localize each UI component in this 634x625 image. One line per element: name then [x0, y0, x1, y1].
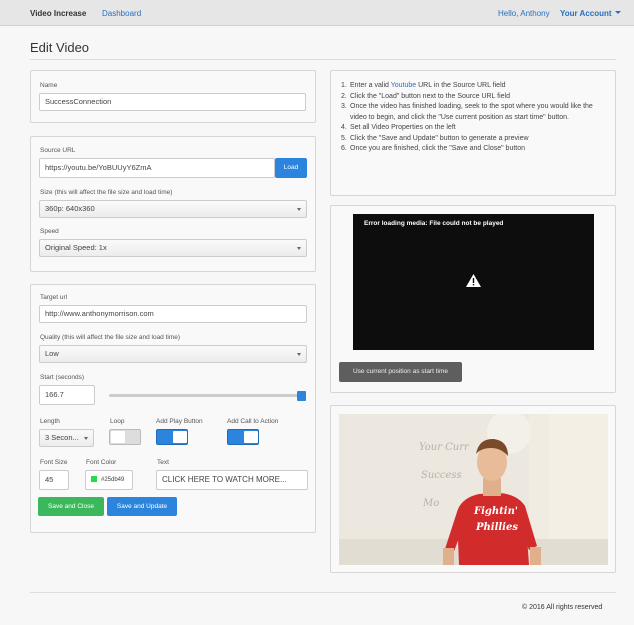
quality-label: Quality (this will affect the file size … [40, 334, 181, 341]
instruction-number: 4. [341, 124, 347, 131]
size-label: Size (this will affect the file size and… [40, 189, 173, 196]
user-greeting[interactable]: Hello, Anthony [498, 9, 550, 18]
length-value: 3 Secon... [45, 433, 79, 442]
size-value: 360p: 640x360 [45, 204, 95, 213]
target-url-input[interactable]: http://www.anthonymorrison.com [39, 305, 307, 323]
chevron-down-icon [297, 208, 301, 211]
length-label: Length [40, 418, 60, 425]
length-select[interactable]: 3 Secon... [39, 429, 94, 447]
copyright-text: © 2016 All rights reserved [522, 604, 603, 611]
top-navbar: Video Increase Dashboard Hello, Anthony … [0, 0, 634, 26]
name-label: Name [40, 82, 58, 89]
instruction-item: 6. Once you are finished, click the "Save… [341, 144, 611, 155]
instruction-number: 6. [341, 145, 347, 152]
cta-label: Add Call to Action [227, 418, 279, 425]
presenter-image [339, 414, 608, 565]
account-menu[interactable]: Your Account [560, 9, 612, 18]
size-select[interactable]: 360p: 640x360 [39, 200, 307, 218]
quality-value: Low [45, 349, 59, 358]
video-thumbnail: Your Curr Success Mo Fightin' Phillies [339, 414, 608, 565]
footer-divider [30, 592, 616, 593]
loop-toggle[interactable] [109, 429, 141, 445]
text-label: Text [157, 459, 169, 466]
play-button-toggle[interactable] [156, 429, 188, 445]
brand-logo[interactable]: Video Increase [30, 9, 86, 18]
board-text-line1: Your Curr [419, 442, 469, 453]
source-url-label: Source URL [40, 147, 76, 154]
video-player[interactable]: Error loading media: File could not be p… [353, 214, 594, 350]
divider [30, 59, 616, 60]
nav-dashboard-link[interactable]: Dashboard [102, 9, 141, 18]
instruction-item: 2. Click the "Load" button next to the So… [341, 92, 611, 103]
shirt-text-line2: Phillies [476, 522, 518, 533]
instruction-number: 5. [341, 134, 347, 142]
loop-label: Loop [110, 418, 125, 425]
board-text-line3: Mo [423, 498, 440, 509]
target-url-label: Target url [40, 294, 68, 301]
quality-select[interactable]: Low [39, 345, 307, 363]
save-and-close-button[interactable]: Save and Close [38, 497, 104, 516]
instruction-text: Click the "Load" button next to the Sour… [350, 92, 510, 100]
instruction-text: Click the "Save and Update" button to ge… [350, 134, 529, 142]
chevron-down-icon [84, 437, 88, 440]
thumbnail-panel: Your Curr Success Mo Fightin' Phillies [330, 405, 616, 573]
youtube-link[interactable]: Youtube [391, 82, 416, 89]
start-slider-handle[interactable] [297, 391, 306, 401]
font-color-input[interactable]: #25db49 [85, 470, 133, 490]
instruction-number: 1. [341, 82, 347, 89]
toggle-knob [244, 431, 258, 443]
instruction-text: Once you are finished, click the "Save a… [350, 145, 526, 152]
chevron-down-icon [297, 247, 301, 250]
chevron-down-icon[interactable] [615, 11, 621, 14]
instruction-item: 4. Set all Video Properties on the left [341, 123, 611, 134]
speed-label: Speed [40, 228, 59, 235]
cta-text-input[interactable]: CLICK HERE TO WATCH MORE... [156, 470, 308, 490]
source-panel: Source URL https://youtu.be/YoBUUyY6ZmA … [30, 136, 316, 272]
source-url-input[interactable]: https://youtu.be/YoBUUyY6ZmA [39, 158, 275, 178]
instruction-item: 3. Once the video has finished loading, s… [341, 102, 611, 123]
instruction-text: URL in the Source URL field [416, 82, 506, 89]
speed-select[interactable]: Original Speed: 1x [39, 239, 307, 257]
instruction-item: 5. Click the "Save and Update" button to … [341, 134, 611, 145]
font-size-label: Font Size [40, 459, 68, 466]
media-error-message: Error loading media: File could not be p… [364, 220, 504, 227]
play-button-label: Add Play Button [156, 418, 203, 425]
instructions-list: 1. Enter a valid Youtube URL in the Sourc… [341, 81, 611, 155]
instructions-panel: 1. Enter a valid Youtube URL in the Sourc… [330, 70, 616, 196]
load-button[interactable]: Load [275, 158, 307, 178]
use-current-position-button[interactable]: Use current position as start time [339, 362, 462, 382]
shirt-text-line1: Fightin' [474, 506, 518, 517]
font-color-value: #25db49 [101, 477, 125, 483]
start-slider[interactable] [109, 394, 306, 397]
name-panel: Name SuccessConnection [30, 70, 316, 123]
font-color-label: Font Color [86, 459, 117, 466]
chevron-down-icon [297, 353, 301, 356]
instruction-item: 1. Enter a valid Youtube URL in the Sourc… [341, 81, 611, 92]
save-and-update-button[interactable]: Save and Update [107, 497, 177, 516]
toggle-knob [111, 431, 125, 443]
name-input[interactable]: SuccessConnection [39, 93, 306, 111]
start-label: Start (seconds) [40, 374, 85, 381]
instruction-number: 3. [341, 103, 347, 110]
board-text-line2: Success [421, 470, 462, 481]
color-swatch [91, 476, 97, 482]
speed-value: Original Speed: 1x [45, 243, 107, 252]
font-size-input[interactable]: 45 [39, 470, 69, 490]
instruction-text: Set all Video Properties on the left [350, 124, 456, 131]
instruction-number: 2. [341, 92, 347, 100]
instruction-text: Once the video has finished loading, see… [350, 103, 593, 121]
page-title: Edit Video [30, 40, 90, 55]
toggle-knob [173, 431, 187, 443]
instruction-text: Enter a valid [350, 82, 391, 89]
warning-icon [466, 274, 481, 287]
video-properties-panel: Target url http://www.anthonymorrison.co… [30, 284, 316, 533]
player-panel: Error loading media: File could not be p… [330, 205, 616, 393]
start-input[interactable]: 166.7 [39, 385, 95, 405]
cta-toggle[interactable] [227, 429, 259, 445]
